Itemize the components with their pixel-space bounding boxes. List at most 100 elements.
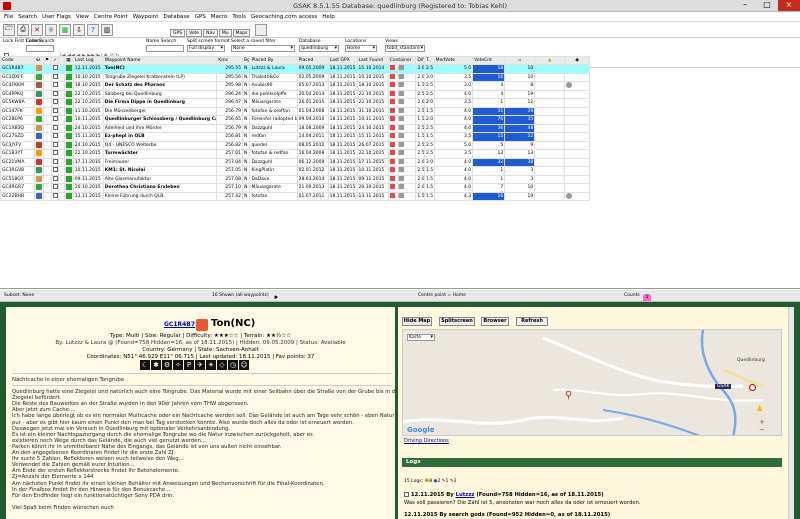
table-row[interactable]: GC28EP6 10.11.2015 Quedlinburger Schlossbe… <box>0 115 590 125</box>
mu-button[interactable]: Mu <box>218 28 232 37</box>
col-medvote[interactable]: MedVote <box>433 56 474 65</box>
menu-view[interactable]: View <box>76 14 89 20</box>
log1-user-link[interactable]: Lutzzz <box>456 492 475 498</box>
col-fav-icon[interactable]: ⌂ <box>504 56 536 65</box>
pegman-icon[interactable]: ♟ <box>756 404 763 413</box>
row-checkbox[interactable] <box>53 65 58 71</box>
col-t[interactable]: T.. <box>423 56 435 65</box>
table-row[interactable]: GC518Q7 09.11.2015 Alte Glasmanufaktur 257.… <box>0 174 590 184</box>
row-checkbox[interactable] <box>53 158 58 164</box>
col-terrain[interactable]: ▦ <box>64 56 74 65</box>
locations-select[interactable]: Home <box>345 45 377 52</box>
driving-directions-link[interactable]: Driving Directions <box>404 438 449 444</box>
export-icon[interactable]: ⇩ <box>73 23 85 36</box>
chart-icon[interactable]: ▥ <box>101 23 113 36</box>
menu-help[interactable]: Help <box>322 14 335 20</box>
menu-tools[interactable]: Tools <box>232 14 246 20</box>
name-search-input[interactable] <box>146 45 184 52</box>
gps-button[interactable]: GPS <box>170 28 186 37</box>
col-last-found[interactable]: Last Found <box>356 56 389 65</box>
row-checkbox[interactable] <box>53 124 58 130</box>
col-container[interactable]: Container <box>387 56 417 65</box>
row-checkbox[interactable] <box>53 175 58 181</box>
row-checkbox[interactable] <box>53 82 58 88</box>
grid-icon[interactable]: ▦ <box>59 23 71 36</box>
col-bg[interactable]: Bg <box>241 56 251 65</box>
menu-waypoint[interactable]: Waypoint <box>133 14 159 20</box>
open-icon[interactable]: 🗁 <box>3 23 15 36</box>
row-checkbox[interactable] <box>53 90 58 96</box>
menu-user-flags[interactable]: User Flags <box>42 14 71 20</box>
row-checkbox[interactable] <box>53 184 58 190</box>
split-screen-select[interactable]: Full display <box>187 45 225 52</box>
table-row[interactable]: GC1B3YT 22.10.2015 Turmwächter 257.01 Nfotof… <box>0 149 590 159</box>
col-placed-by[interactable]: Placed By <box>249 56 298 65</box>
cache-code-link[interactable]: GC1R4B7 <box>164 321 195 328</box>
splitscreen-button[interactable]: Splitscreen <box>439 317 475 326</box>
table-row[interactable]: GC1R4B7 12.11.2015 Ton(NC) 295.55 N Lutzzz & … <box>0 64 590 74</box>
maximize-button[interactable]: □ <box>756 0 778 11</box>
map-view[interactable]: Karte Quedlinburg ⚲ GSAK ♟ +− Google <box>402 329 782 436</box>
table-row[interactable]: GC3RGV8 10.11.2015 KM1: St. Nicolai 257.05 N… <box>0 166 590 176</box>
table-row[interactable]: GC4RGR7 20.10.2015 Dorothea Christiana Erx… <box>0 183 590 193</box>
col-code[interactable]: Code <box>0 56 36 65</box>
menu-geocaching-access[interactable]: Geocaching.com access <box>251 14 317 20</box>
table-row[interactable]: GC1XB3Q 24.10.2015 Adelheid und ihre Mörde… <box>0 123 590 133</box>
delete-icon[interactable]: ✕ <box>31 23 43 36</box>
nav-button[interactable]: Nav <box>203 28 218 37</box>
table-row[interactable]: GC27SZD 15.11.2015 Ez-phepl in QLB 256.81 Nr… <box>0 132 590 142</box>
vote-button[interactable]: Vote <box>186 28 203 37</box>
col-last-log[interactable]: Last Log <box>72 56 104 65</box>
col-flag[interactable]: ⚑ <box>42 56 53 65</box>
browser-button[interactable]: Browser <box>481 317 509 326</box>
col-last-gpx[interactable]: Last GPX <box>327 56 358 65</box>
menu-database[interactable]: Database <box>163 14 189 20</box>
row-checkbox[interactable] <box>53 150 58 156</box>
zoom-controls[interactable]: + − <box>759 418 765 434</box>
row-checkbox[interactable] <box>53 167 58 173</box>
table-row[interactable]: GC2ZBHB 13.11.2015 Kleine Führung durch QL… <box>0 191 590 201</box>
minimize-button[interactable]: – <box>734 0 756 11</box>
col-status-icon[interactable]: ◉ <box>564 56 590 65</box>
col-votecnt[interactable]: VoteCnt <box>472 56 506 65</box>
right-scrollbar[interactable] <box>788 307 794 519</box>
table-row[interactable]: GC147FK 31.10.2015 Die Münzenberger 256.79 N… <box>0 106 590 116</box>
row-checkbox[interactable] <box>53 116 58 122</box>
col-placed[interactable]: Placed <box>296 56 329 65</box>
col-dif[interactable]: Dif <box>415 56 425 65</box>
refresh-button[interactable]: Refresh <box>516 317 548 326</box>
menu-gps[interactable]: GPS <box>195 14 206 20</box>
help-icon[interactable]: ? <box>87 23 99 36</box>
code-search-input[interactable] <box>26 45 54 52</box>
close-button[interactable]: × <box>778 0 800 11</box>
maps-button[interactable]: Maps <box>232 28 251 37</box>
hide-map-button[interactable]: Hide Map <box>402 317 432 326</box>
filter-icon[interactable]: ☼ <box>45 23 57 36</box>
gps-device-icon[interactable] <box>255 23 268 36</box>
col-type-icon[interactable]: ⛁ <box>34 56 44 65</box>
table-row[interactable]: GC5KW8A 22.10.2015 Die Firma Dippe in Qued… <box>0 98 590 108</box>
print-icon[interactable]: ⎙ <box>17 23 29 36</box>
menu-search[interactable]: Search <box>18 14 37 20</box>
row-checkbox[interactable] <box>53 133 58 139</box>
table-row[interactable]: GC4FKKM 18.10.2015 Der Schatz des Pharaos 2… <box>0 81 590 91</box>
menu-file[interactable]: File <box>4 14 13 20</box>
database-select[interactable]: quedlinburg <box>299 45 339 52</box>
col-kms[interactable]: Kms <box>216 56 243 65</box>
menu-centre-point[interactable]: Centre Point <box>94 14 128 20</box>
table-row[interactable]: GC4PPKQ 22.10.2015 Salzberg bei Quedlinbur… <box>0 89 590 99</box>
map-type-select[interactable]: Karte <box>407 334 435 341</box>
table-row[interactable]: GC3JYFV 24.10.2015 Q4 - UNESCO Welterbe 256… <box>0 140 590 150</box>
col-waypoint-name[interactable]: Waypoint Name <box>102 56 218 65</box>
menu-macro[interactable]: Macro <box>211 14 228 20</box>
row-checkbox[interactable] <box>53 141 58 147</box>
saved-filter-select[interactable]: None <box>231 45 295 52</box>
table-row[interactable]: GC1QXFF 10.10.2015 Tongrube Ziegelei Kratz… <box>0 72 590 82</box>
cache-marker-icon[interactable]: ⚲ <box>565 390 572 401</box>
views-select[interactable]: tobit_standard <box>385 45 425 52</box>
row-checkbox[interactable] <box>53 107 58 113</box>
row-checkbox[interactable] <box>53 192 58 198</box>
row-checkbox[interactable] <box>53 99 58 105</box>
table-row[interactable]: GC21VMA 17.11.2015 Freimaurer 257.04 N Dazzgu… <box>0 157 590 167</box>
col-warn-icon[interactable]: ▲ <box>534 56 566 65</box>
